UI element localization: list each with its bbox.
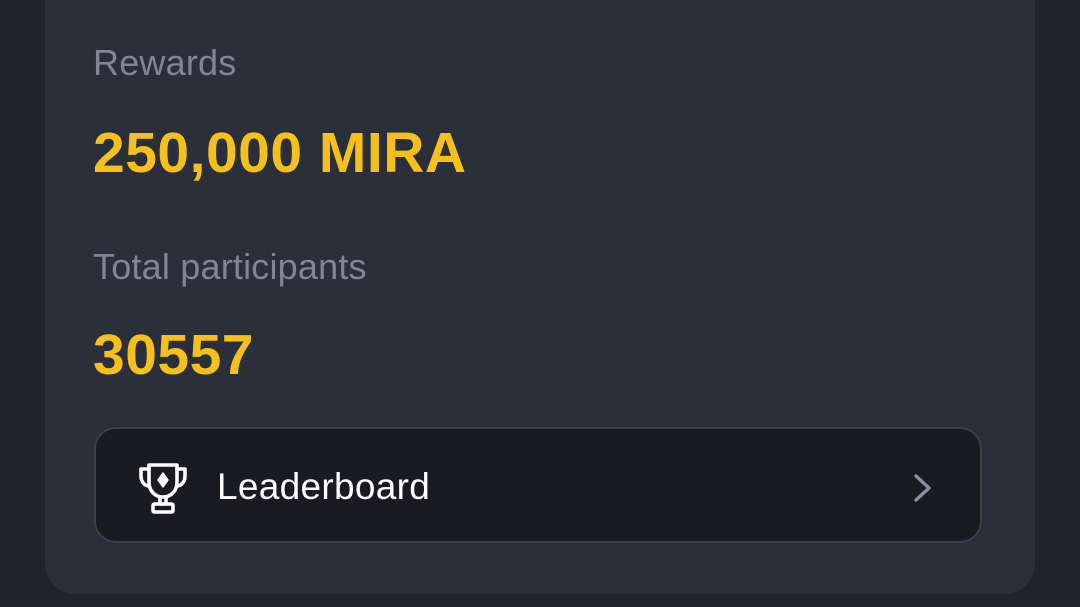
total-participants-label: Total participants bbox=[93, 246, 367, 287]
rewards-label: Rewards bbox=[93, 42, 237, 83]
trophy-icon bbox=[135, 460, 191, 516]
chevron-right-icon bbox=[911, 473, 935, 503]
rewards-value: 250,000 MIRA bbox=[93, 121, 467, 185]
leaderboard-label: Leaderboard bbox=[217, 466, 431, 507]
leaderboard-button[interactable]: Leaderboard bbox=[94, 427, 982, 543]
total-participants-value: 30557 bbox=[93, 323, 255, 387]
